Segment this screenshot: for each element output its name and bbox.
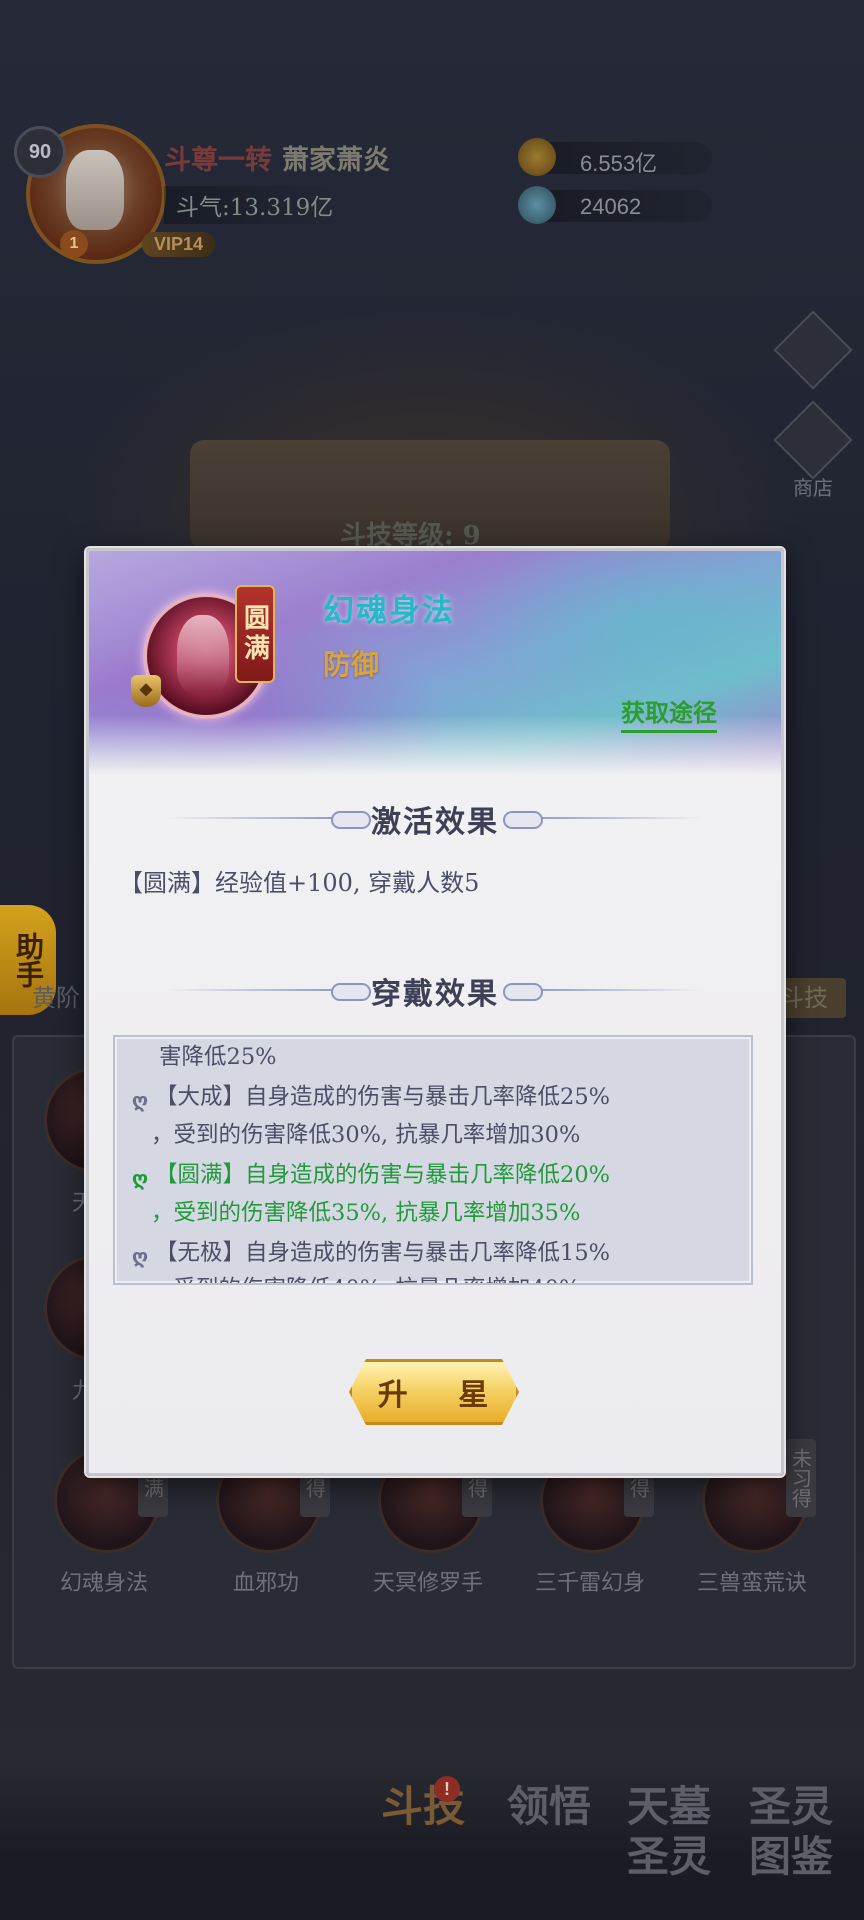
skill-cell-name: 三兽蛮荒诀 xyxy=(696,1571,807,1596)
nav-douji: 斗技 ! xyxy=(368,1776,478,1892)
grade-tag: 圆满 xyxy=(235,585,275,683)
effect-line-text: 【圆满】自身造成的伤害与暴击几率降低20% xyxy=(155,1162,611,1188)
player-title-text: 斗尊一转 xyxy=(164,145,272,176)
effect-line-text: ，受到的伤害降低30%, 抗暴几率增加30% xyxy=(151,1122,581,1148)
nav-douji-badge: ! xyxy=(434,1776,460,1802)
obtain-route-link[interactable]: 获取途径 xyxy=(621,693,717,733)
effect-line: ，受到的伤害降低30%, 抗暴几率增加30% xyxy=(151,1119,580,1151)
effect-line-active: ，受到的伤害降低35%, 抗暴几率增加35% xyxy=(151,1197,580,1229)
skill-cell-tag: 未习得 xyxy=(786,1439,816,1517)
skill-cell-name: 天冥修罗手 xyxy=(372,1571,483,1596)
gold-resource: 6.553亿 xyxy=(518,138,712,176)
effect-line-text: 【无极】自身造成的伤害与暴击几率降低15% xyxy=(155,1240,611,1266)
wing-effect-icon: ღ xyxy=(131,1088,149,1112)
skill-level-label: 斗技等级: 9 xyxy=(340,521,481,551)
player-power: 斗气:13.319亿 xyxy=(164,186,346,224)
info-button xyxy=(773,310,853,390)
player-info: 90 1 VIP14 斗尊一转 萧家萧炎 斗气:13.319亿 xyxy=(14,118,434,268)
gold-value: 6.553亿 xyxy=(580,151,658,176)
player-title: 斗尊一转 萧家萧炎 xyxy=(164,138,390,177)
effect-line-text: 害降低25% xyxy=(159,1044,277,1070)
tab-huangjie: 黄阶 xyxy=(32,984,80,1012)
nav-tianmu: 天墓圣灵 xyxy=(626,1782,711,1881)
dialog-header: 圆满 ◆ 幻魂身法 防御 获取途径 xyxy=(89,551,781,775)
gem-value: 24062 xyxy=(580,194,642,219)
skill-detail-dialog: 圆满 ◆ 幻魂身法 防御 获取途径 激活效果 【圆满】经验值+100, 穿戴人数… xyxy=(86,548,784,1476)
skill-name: 幻魂身法 xyxy=(323,593,455,629)
effect-line-text: ，受到的伤害降低35%, 抗暴几率增加35% xyxy=(151,1200,581,1226)
effect-line: ღ 【无极】自身造成的伤害与暴击几率降低15% xyxy=(129,1237,610,1269)
shop-icon xyxy=(773,400,853,480)
effect-line: ღ 【大成】自身造成的伤害与暴击几率降低25% xyxy=(129,1081,610,1113)
effect-line-text: ，受到的伤害降低40%, 抗暴几率增加40% xyxy=(151,1276,580,1283)
skill-cell-name: 幻魂身法 xyxy=(59,1571,148,1596)
wing-effect-icon: ღ xyxy=(131,1244,149,1268)
gem-resource: 24062 xyxy=(518,186,712,224)
activate-effect-text: 【圆满】经验值+100, 穿戴人数5 xyxy=(119,869,480,897)
player-level-badge: 90 xyxy=(14,126,66,178)
nav-shengling: 圣灵图鉴 xyxy=(748,1782,833,1881)
skill-cell-name: 血邪功 xyxy=(232,1571,299,1596)
activate-title: 激活效果 xyxy=(371,805,499,840)
nav-lingwu: 领悟 xyxy=(506,1782,591,1831)
wear-title: 穿戴效果 xyxy=(371,977,499,1012)
wing-effect-icon: ღ xyxy=(131,1166,149,1190)
skill-type: 防御 xyxy=(323,648,380,681)
player-name: 萧家萧炎 xyxy=(282,145,390,176)
gold-ingot-icon xyxy=(518,138,556,176)
effect-line: 害降低25% xyxy=(159,1041,277,1073)
skill-cell-name: 三千雷幻身 xyxy=(534,1571,645,1596)
upgrade-star-button[interactable]: 升 星 xyxy=(349,1359,519,1425)
vip-badge: VIP14 xyxy=(142,232,216,257)
effect-line-text: 【大成】自身造成的伤害与暴击几率降低25% xyxy=(155,1084,611,1110)
info-icon xyxy=(773,310,853,390)
gem-icon xyxy=(518,186,556,224)
player-rank-badge: 1 xyxy=(60,230,88,258)
skill-figure xyxy=(177,615,229,693)
shield-emblem-icon: ◆ xyxy=(131,675,161,707)
wear-effect-list[interactable]: 害降低25% ღ 【大成】自身造成的伤害与暴击几率降低25% ，受到的伤害降低30… xyxy=(113,1035,753,1285)
shop-button: 商店 xyxy=(773,400,853,501)
effect-line-active: ღ 【圆满】自身造成的伤害与暴击几率降低20% xyxy=(129,1159,610,1191)
effect-line: ，受到的伤害降低40%, 抗暴几率增加40% xyxy=(151,1273,580,1283)
